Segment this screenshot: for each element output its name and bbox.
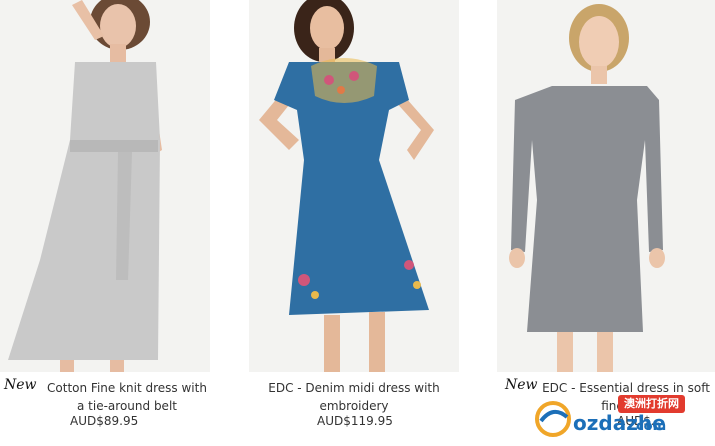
swirl-logo-icon bbox=[535, 401, 571, 437]
product-image[interactable] bbox=[249, 0, 459, 372]
model-photo-grey-knit-dress bbox=[0, 0, 210, 372]
product-card[interactable]: EDC - Denim midi dress with embroidery A… bbox=[249, 0, 459, 446]
product-price: AUD$89.95 bbox=[70, 414, 139, 428]
model-photo-grey-fine-knit-dress bbox=[497, 0, 715, 372]
new-badge: New bbox=[505, 377, 538, 393]
product-price: AUD$119.95 bbox=[317, 414, 393, 428]
new-badge: New bbox=[4, 377, 37, 393]
watermark-logo: 澳洲打折网 ozdazhe .com bbox=[533, 393, 713, 439]
product-card[interactable]: New EDC - Essential dress in soft fine-k… bbox=[497, 0, 715, 446]
model-photo-denim-dress bbox=[249, 0, 459, 372]
product-title[interactable]: Cotton Fine knit dress with a tie-around… bbox=[42, 379, 212, 415]
watermark-domain: .com bbox=[631, 419, 667, 434]
product-grid: New Cotton Fine knit dress with a tie-ar… bbox=[0, 0, 715, 446]
product-title[interactable]: EDC - Denim midi dress with embroidery bbox=[257, 379, 451, 415]
product-card[interactable]: New Cotton Fine knit dress with a tie-ar… bbox=[0, 0, 210, 446]
product-image[interactable] bbox=[497, 0, 715, 372]
product-image[interactable] bbox=[0, 0, 210, 372]
